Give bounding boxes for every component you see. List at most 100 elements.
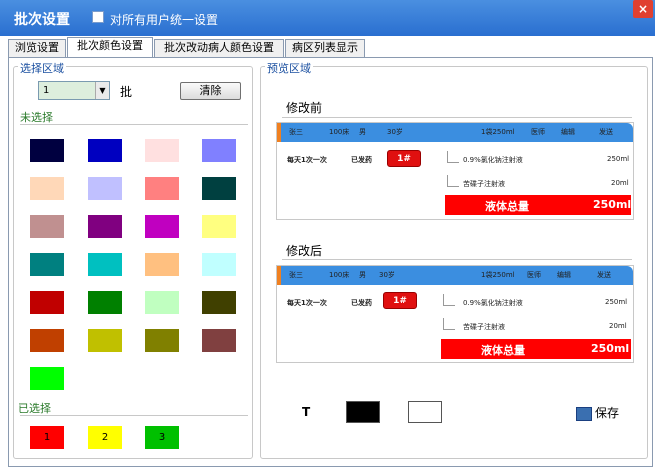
line-marker	[443, 294, 455, 306]
sex: 男	[359, 271, 366, 279]
frequency: 每天1次一次	[287, 299, 327, 307]
after-label: 修改后	[286, 244, 323, 258]
doctor: 医师	[531, 128, 545, 136]
send: 发送	[599, 128, 613, 136]
bed: 100床	[329, 271, 350, 279]
floppy-disk-icon	[576, 406, 592, 421]
edit: 编辑	[561, 128, 575, 136]
text-color-swatch[interactable]	[346, 401, 380, 423]
batch-select-value: 1	[43, 85, 50, 96]
color-swatch[interactable]	[145, 329, 179, 352]
unselected-title: 未选择	[20, 111, 53, 124]
preview-area-title: 预览区域	[265, 60, 313, 76]
drug-name: 0.9%氯化钠注射液	[463, 299, 523, 307]
drug-qty: 250ml	[605, 298, 628, 306]
drug-qty: 20ml	[611, 179, 629, 187]
divider	[20, 415, 248, 416]
total-bar: 液体总量 250ml	[441, 339, 631, 359]
color-swatch[interactable]	[202, 215, 236, 238]
selected-swatch-2[interactable]: 2	[88, 426, 122, 449]
close-button[interactable]: ×	[633, 0, 653, 18]
selected-title: 已选择	[18, 402, 51, 415]
divider	[20, 124, 248, 125]
save-label: 保存	[595, 406, 620, 420]
selected-swatch-label: 2	[101, 432, 109, 443]
color-swatch[interactable]	[88, 139, 122, 162]
drug-name: 苦碟子注射液	[463, 323, 505, 331]
color-swatch[interactable]	[30, 253, 64, 276]
save-button[interactable]: 保存	[576, 404, 619, 421]
drug-name: 0.9%氯化钠注射液	[463, 156, 523, 164]
sex: 男	[359, 128, 366, 136]
tab-ward-list[interactable]: 病区列表显示	[285, 39, 365, 57]
batch-suffix: 批	[120, 85, 133, 99]
color-swatch[interactable]	[202, 253, 236, 276]
preview-card-before: 张三 100床 男 30岁 1袋250ml 医师 编辑 发送 每天1次一次 已发…	[276, 122, 634, 220]
age: 30岁	[379, 271, 395, 279]
apply-all-checkbox[interactable]	[92, 11, 104, 23]
card-header: 张三 100床 男 30岁 1袋250ml 医师 编辑 发送	[277, 266, 633, 285]
color-swatch[interactable]	[88, 329, 122, 352]
drug-qty: 20ml	[609, 322, 627, 330]
color-swatch[interactable]	[88, 177, 122, 200]
color-swatch[interactable]	[202, 329, 236, 352]
tab-batch-change-patient-color[interactable]: 批次改动病人颜色设置	[154, 39, 284, 57]
selected-swatch-label: 3	[158, 432, 166, 443]
patient-name: 张三	[289, 128, 303, 136]
frequency: 每天1次一次	[287, 156, 327, 164]
color-swatch[interactable]	[145, 177, 179, 200]
color-swatch[interactable]	[30, 291, 64, 314]
total-label: 液体总量	[485, 200, 529, 213]
clear-button[interactable]: 清除	[180, 82, 241, 100]
selected-swatch-3[interactable]: 3	[145, 426, 179, 449]
tab-batch-color[interactable]: 批次颜色设置	[67, 37, 153, 57]
card-header: 张三 100床 男 30岁 1袋250ml 医师 编辑 发送	[277, 123, 633, 142]
selected-swatch-label: 1	[43, 432, 51, 443]
color-swatch[interactable]	[145, 253, 179, 276]
line-marker	[447, 151, 459, 163]
color-swatch[interactable]	[88, 215, 122, 238]
total-bar: 液体总量 250ml	[445, 195, 631, 215]
bed: 100床	[329, 128, 350, 136]
amount: 1袋250ml	[481, 128, 515, 136]
background-color-swatch[interactable]	[408, 401, 442, 423]
total-value: 250ml	[593, 198, 632, 211]
color-swatch[interactable]	[202, 177, 236, 200]
drug-name: 苦碟子注射液	[463, 180, 505, 188]
color-swatch[interactable]	[88, 291, 122, 314]
age: 30岁	[387, 128, 403, 136]
doctor: 医师	[527, 271, 541, 279]
chevron-down-icon[interactable]: ▼	[95, 82, 109, 99]
apply-all-label: 对所有用户统一设置	[110, 13, 219, 27]
color-swatch[interactable]	[30, 367, 64, 390]
color-swatch[interactable]	[202, 291, 236, 314]
divider	[282, 259, 632, 260]
edit: 编辑	[557, 271, 571, 279]
total-value: 250ml	[591, 342, 630, 355]
color-swatch[interactable]	[202, 139, 236, 162]
font-color-label: T	[302, 405, 311, 419]
color-swatch[interactable]	[145, 139, 179, 162]
color-swatch[interactable]	[30, 215, 64, 238]
total-label: 液体总量	[481, 344, 525, 357]
send: 发送	[597, 271, 611, 279]
preview-card-after: 张三 100床 男 30岁 1袋250ml 医师 编辑 发送 每天1次一次 已发…	[276, 265, 634, 363]
batch-select[interactable]: 1 ▼	[38, 81, 110, 100]
line-marker	[447, 175, 459, 187]
color-swatch[interactable]	[145, 291, 179, 314]
batch-badge: 1#	[383, 292, 417, 309]
tab-browse-settings[interactable]: 浏览设置	[8, 39, 66, 57]
line-marker	[443, 318, 455, 330]
select-area-title: 选择区域	[18, 60, 66, 76]
amount: 1袋250ml	[481, 271, 515, 279]
status: 已发药	[351, 299, 372, 307]
title-bar: 批次设置 对所有用户统一设置 ×	[0, 0, 655, 36]
color-swatch[interactable]	[30, 139, 64, 162]
drug-qty: 250ml	[607, 155, 630, 163]
color-swatch[interactable]	[145, 215, 179, 238]
color-swatch[interactable]	[30, 329, 64, 352]
color-swatch[interactable]	[30, 177, 64, 200]
color-swatch[interactable]	[88, 253, 122, 276]
batch-badge: 1#	[387, 150, 421, 167]
selected-swatch-1[interactable]: 1	[30, 426, 64, 449]
